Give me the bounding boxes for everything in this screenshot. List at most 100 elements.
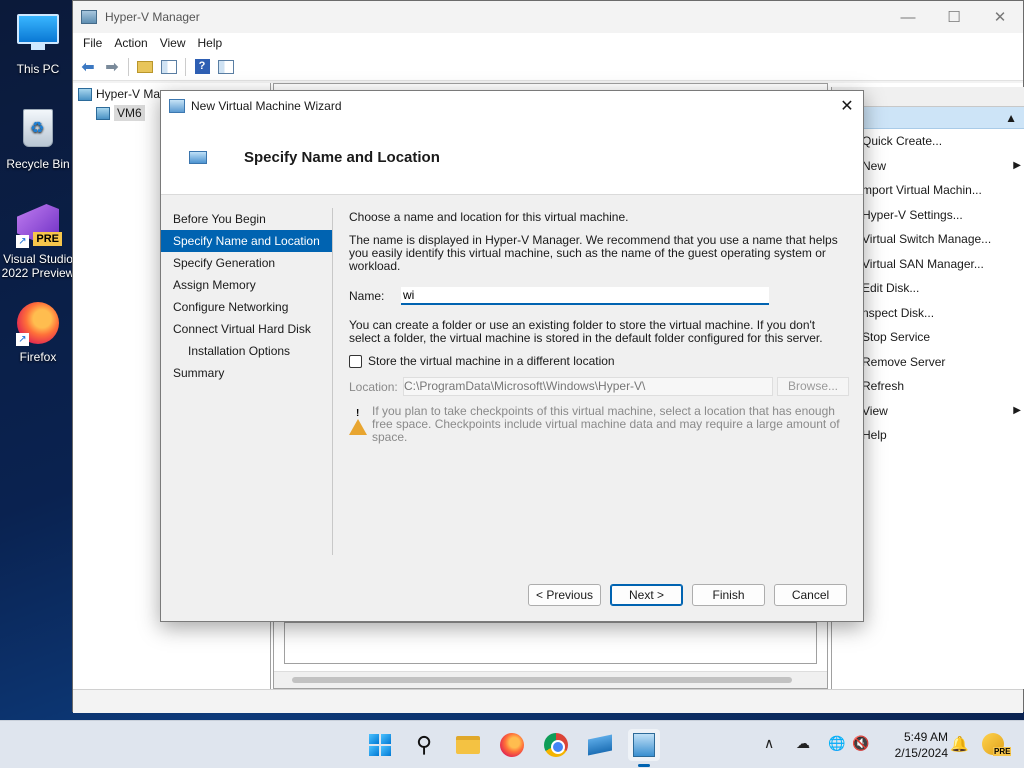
desktop-icon-this-pc[interactable]: This PC: [0, 10, 76, 76]
action-label: New: [862, 158, 887, 173]
chrome-taskbar-button[interactable]: [540, 729, 572, 761]
desktop-icon-firefox[interactable]: ↗ Firefox: [0, 302, 76, 364]
wizard-content: Choose a name and location for this virt…: [349, 211, 849, 444]
step-configure-networking[interactable]: Configure Networking: [161, 296, 333, 318]
folder-icon: [137, 60, 153, 73]
back-button[interactable]: ⬅: [77, 56, 99, 78]
browse-button: Browse...: [777, 377, 849, 396]
notifications-bell-icon[interactable]: 🔔: [950, 735, 969, 753]
minimize-button[interactable]: —: [885, 1, 931, 33]
toolbar-divider: [185, 57, 186, 76]
hyperv-taskbar-button[interactable]: [628, 729, 660, 767]
submenu-arrow-icon: ▶: [1013, 159, 1021, 171]
step-summary[interactable]: Summary: [161, 362, 333, 384]
desktop-icon-label: Recycle Bin: [6, 157, 70, 171]
firefox-taskbar-button[interactable]: [496, 729, 528, 761]
status-bar: [73, 689, 1023, 713]
cancel-button[interactable]: Cancel: [774, 584, 847, 606]
menu-bar: File Action View Help: [73, 33, 1023, 53]
tree-item-label: Hyper-V Ma: [96, 87, 161, 101]
recycle-bin-icon: [16, 109, 60, 153]
back-arrow-icon: ⬅: [81, 58, 95, 76]
step-connect-virtual-hard-disk[interactable]: Connect Virtual Hard Disk: [161, 318, 333, 340]
previous-button[interactable]: < Previous: [528, 584, 601, 606]
scrollbar-thumb[interactable]: [292, 677, 792, 683]
step-before-you-begin[interactable]: Before You Begin: [161, 208, 333, 230]
action-label: Hyper-V Settings...: [862, 207, 963, 222]
hyperv-title: Hyper-V Manager: [105, 10, 200, 24]
next-button[interactable]: Next >: [610, 584, 683, 606]
checkbox-label: Store the virtual machine in a different…: [368, 354, 615, 368]
step-installation-options[interactable]: Installation Options: [161, 340, 333, 362]
console-tree-icon: [161, 59, 177, 74]
action-pane-icon: [218, 59, 234, 74]
toolbar: ⬅ ➡ ?: [73, 53, 1023, 81]
file-explorer-icon: [456, 736, 480, 754]
clock[interactable]: 5:49 AM 2/15/2024: [880, 729, 948, 761]
forward-arrow-icon: ➡: [105, 58, 119, 76]
horizontal-scrollbar[interactable]: [274, 671, 827, 688]
location-label: Location:: [349, 379, 398, 394]
submenu-arrow-icon: ▶: [1013, 404, 1021, 416]
up-folder-button[interactable]: [134, 56, 156, 78]
menu-action[interactable]: Action: [108, 36, 153, 50]
page-title: Specify Name and Location: [244, 149, 440, 166]
details-panel: [284, 622, 817, 664]
clock-time: 5:49 AM: [903, 730, 948, 744]
action-label: View: [862, 403, 888, 418]
show-hide-tree-button[interactable]: [158, 56, 180, 78]
pre-badge: PRE: [33, 232, 62, 246]
step-assign-memory[interactable]: Assign Memory: [161, 274, 333, 296]
volume-mute-icon[interactable]: 🔇: [852, 735, 869, 752]
hyperv-titlebar[interactable]: Hyper-V Manager — ☐ ✕: [73, 1, 1023, 33]
wizard-title-icon: [169, 99, 185, 113]
this-pc-icon: [16, 14, 60, 58]
forward-button[interactable]: ➡: [101, 56, 123, 78]
name-input[interactable]: [401, 287, 769, 305]
desktop-icon-label: Firefox: [19, 350, 57, 364]
action-label: Help: [862, 428, 887, 442]
desktop-icon-visual-studio[interactable]: PRE ↗ Visual Studio 2022 Preview: [0, 204, 76, 280]
tree-item-label: VM6: [114, 105, 145, 121]
show-hidden-icons-button[interactable]: ∧: [764, 735, 774, 752]
action-label: Stop Service: [862, 330, 931, 344]
tree-item-vm6[interactable]: VM6: [96, 105, 145, 121]
menu-file[interactable]: File: [77, 36, 108, 50]
search-button[interactable]: ⚲: [408, 729, 440, 761]
wizard-close-button[interactable]: ✕: [831, 91, 863, 121]
windows-start-icon: [369, 734, 391, 756]
start-button[interactable]: [364, 729, 396, 761]
firefox-icon: [500, 733, 524, 757]
onedrive-icon[interactable]: ☁: [796, 735, 810, 752]
file-explorer-taskbar-button[interactable]: [452, 729, 484, 761]
action-label: mport Virtual Machin...: [862, 183, 982, 197]
close-button[interactable]: ✕: [977, 1, 1023, 33]
action-label: Quick Create...: [862, 134, 943, 148]
step-specify-generation[interactable]: Specify Generation: [161, 252, 333, 274]
shortcut-arrow-icon: ↗: [16, 235, 29, 248]
show-hide-action-pane-button[interactable]: [215, 56, 237, 78]
warning-text: If you plan to take checkpoints of this …: [372, 404, 840, 444]
store-location-checkbox[interactable]: [349, 354, 362, 368]
menu-view[interactable]: View: [154, 36, 192, 50]
finish-button[interactable]: Finish: [692, 584, 765, 606]
tree-item-hyperv-manager[interactable]: Hyper-V Ma: [78, 87, 160, 101]
wizard-header: Specify Name and Location: [161, 121, 863, 195]
action-label: Refresh: [862, 379, 905, 393]
toolbar-divider: [128, 57, 129, 76]
step-specify-name-and-location[interactable]: Specify Name and Location: [161, 230, 333, 252]
wizard-title: New Virtual Machine Wizard: [191, 99, 342, 113]
sandbox-taskbar-button[interactable]: [584, 729, 616, 761]
clock-date: 2/15/2024: [894, 746, 948, 760]
store-location-option[interactable]: Store the virtual machine in a different…: [349, 354, 849, 368]
collapse-up-icon[interactable]: ▲: [1005, 111, 1017, 125]
wizard-divider: [332, 208, 333, 555]
wizard-titlebar[interactable]: New Virtual Machine Wizard ✕: [161, 91, 863, 121]
network-icon[interactable]: 🌐: [828, 735, 845, 752]
desktop-icon-recycle-bin[interactable]: Recycle Bin: [0, 106, 76, 171]
help-button[interactable]: ?: [191, 56, 213, 78]
pre-tray-badge: PRE: [993, 747, 1012, 756]
maximize-button[interactable]: ☐: [931, 1, 977, 33]
menu-help[interactable]: Help: [192, 36, 229, 50]
help-icon: ?: [194, 59, 210, 74]
